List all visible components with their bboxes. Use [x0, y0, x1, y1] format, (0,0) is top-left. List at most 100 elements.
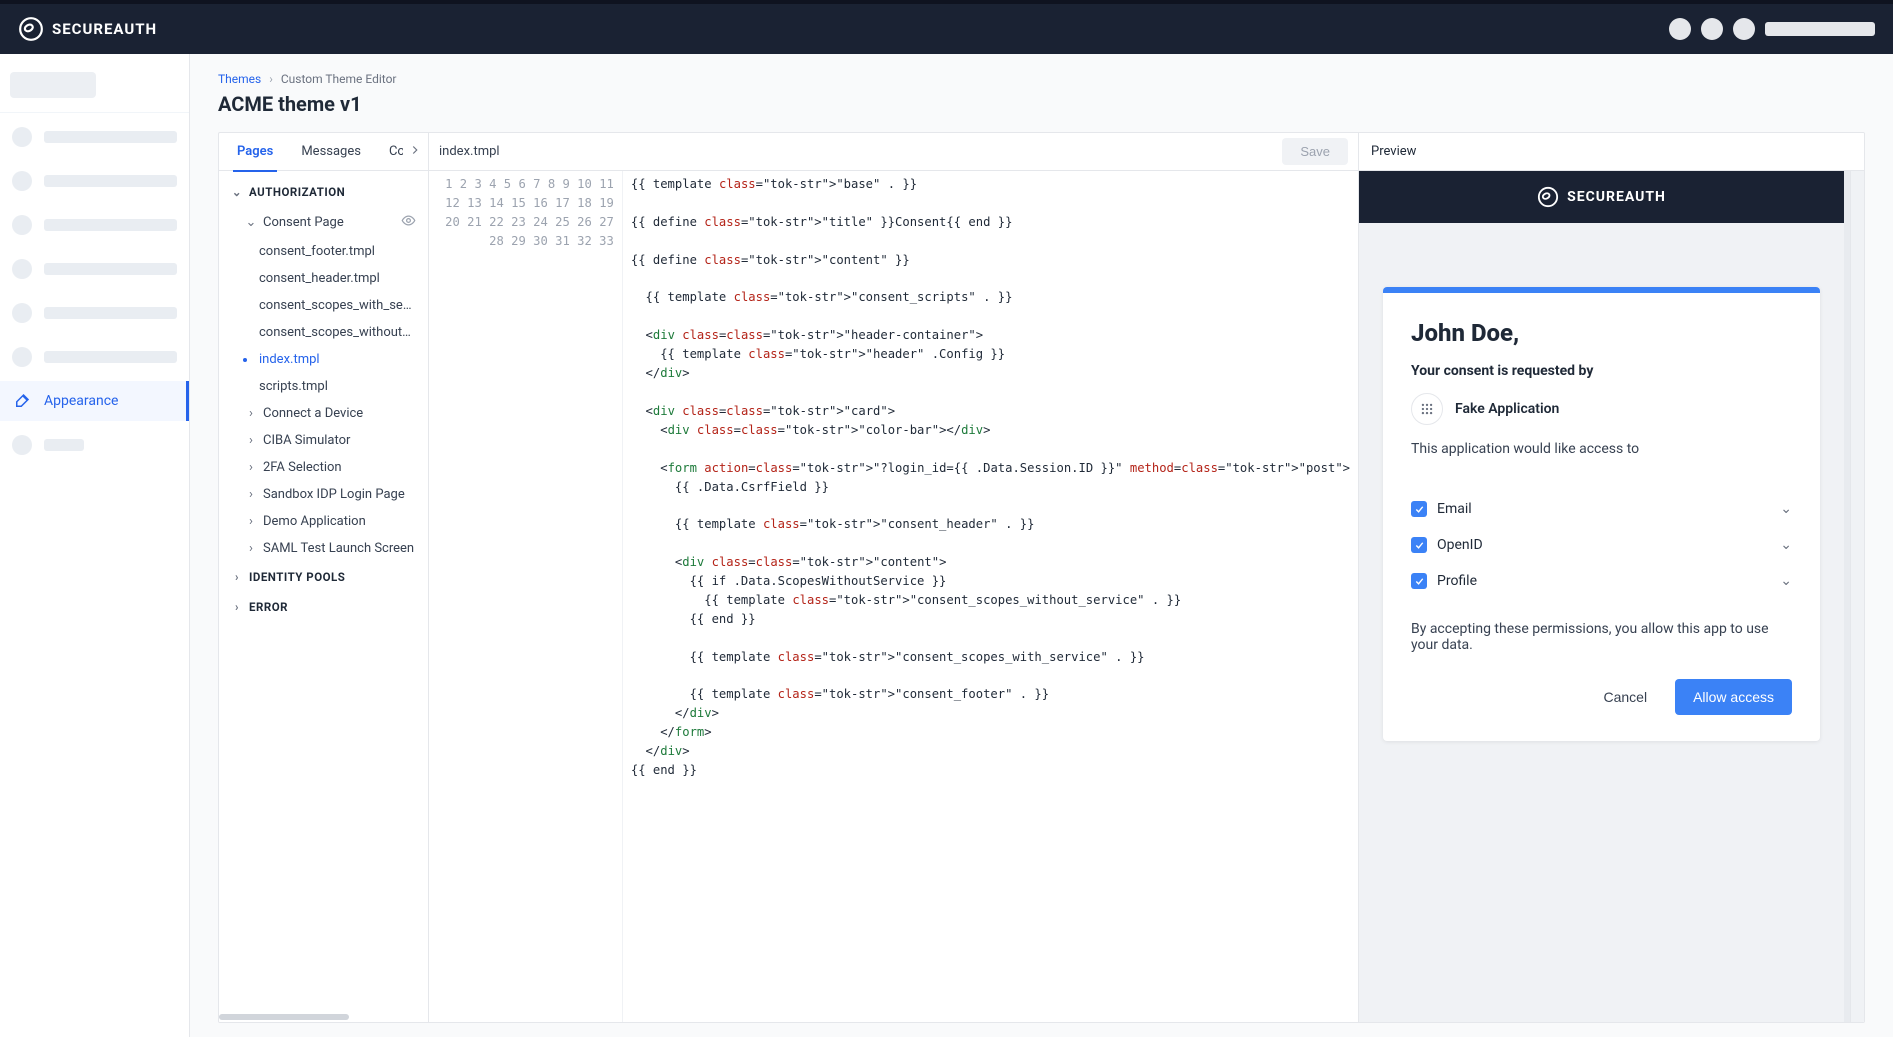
tab-pages[interactable]: Pages [223, 133, 287, 171]
chevron-right-icon: › [231, 600, 243, 614]
scope-row[interactable]: Profile ⌄ [1411, 563, 1792, 599]
sidebar-workspace-selector[interactable] [0, 64, 189, 113]
breadcrumb: Themes › Custom Theme Editor [218, 72, 1865, 86]
chevron-right-icon: › [231, 570, 243, 584]
tree-file[interactable]: consent_header.tmpl [219, 265, 428, 292]
consent-app-row: Fake Application [1411, 393, 1792, 425]
consent-user-name: John Doe, [1411, 319, 1792, 347]
app-grid-icon [1411, 393, 1443, 425]
chevron-down-icon[interactable]: ⌄ [1780, 537, 1792, 553]
tree-group[interactable]: ›Sandbox IDP Login Page [219, 481, 428, 508]
page-head: Themes › Custom Theme Editor ACME theme … [190, 54, 1893, 132]
header-placeholder-circle[interactable] [1733, 18, 1755, 40]
header-placeholder-circle[interactable] [1701, 18, 1723, 40]
tree-group-label: SAML Test Launch Screen [263, 541, 414, 556]
allow-access-button[interactable]: Allow access [1675, 679, 1792, 715]
tree-section-label: AUTHORIZATION [249, 185, 345, 199]
header-placeholder-bar[interactable] [1765, 22, 1875, 36]
preview-brand: SECUREAUTH [1537, 186, 1666, 208]
tree-group[interactable]: › CIBA Simulator [219, 427, 428, 454]
brand-mark-icon [1537, 186, 1559, 208]
sidebar-item-placeholder[interactable] [0, 337, 189, 377]
files-panel: Pages Messages Components ⌄ AUTHORIZATIO… [219, 133, 429, 1022]
tab-messages[interactable]: Messages [287, 133, 375, 171]
chevron-right-icon: › [245, 541, 257, 556]
checkbox-checked-icon[interactable] [1411, 501, 1427, 517]
checkbox-checked-icon[interactable] [1411, 537, 1427, 553]
tree-group-label: Consent Page [263, 215, 344, 230]
preview-header-label: Preview [1371, 144, 1416, 159]
sidebar-item-placeholder[interactable] [0, 117, 189, 157]
chevron-down-icon[interactable]: ⌄ [1780, 573, 1792, 589]
scope-name: OpenID [1437, 537, 1770, 553]
chevron-down-icon[interactable]: ⌄ [1780, 501, 1792, 517]
cancel-button[interactable]: Cancel [1585, 679, 1665, 715]
tree-group-label: Demo Application [263, 514, 366, 529]
checkbox-checked-icon[interactable] [1411, 573, 1427, 589]
consent-card: John Doe, Your consent is requested by F… [1383, 287, 1820, 741]
scope-name: Email [1437, 501, 1770, 517]
tab-components[interactable]: Components [375, 133, 403, 171]
preview-viewport[interactable]: SECUREAUTH John Doe, Your consent is req… [1359, 171, 1850, 1022]
sidebar-item-placeholder[interactable] [0, 293, 189, 333]
tree-file[interactable]: consent_scopes_with_service.tmpl [219, 292, 428, 319]
tree-group[interactable]: ›2FA Selection [219, 454, 428, 481]
code-body[interactable]: {{ template class="tok-str">"base" . }} … [623, 171, 1358, 1022]
eye-icon[interactable] [401, 213, 416, 232]
open-file-name: index.tmpl [439, 144, 500, 159]
chevron-right-icon: › [245, 487, 257, 502]
sidebar-item-placeholder[interactable] [0, 249, 189, 289]
tabs-scroll-right-icon[interactable] [408, 143, 422, 161]
sidebar-item-label: Appearance [44, 393, 118, 409]
code-panel: index.tmpl Save 1 2 3 4 5 6 7 8 9 10 11 … [429, 133, 1359, 1022]
tree-section-error[interactable]: › ERROR [219, 592, 428, 622]
code-editor[interactable]: 1 2 3 4 5 6 7 8 9 10 11 12 13 14 15 16 1… [429, 171, 1358, 1022]
chevron-right-icon: › [245, 433, 257, 448]
tree-file[interactable]: scripts.tmpl [219, 373, 428, 400]
tree-file[interactable]: consent_scopes_without_service.tmpl [219, 319, 428, 346]
preview-header: Preview [1359, 133, 1864, 171]
app-header: SECUREAUTH [0, 4, 1893, 54]
tree-group-label: 2FA Selection [263, 460, 342, 475]
tree-file[interactable]: consent_footer.tmpl [219, 238, 428, 265]
consent-access-description: This application would like access to [1411, 441, 1792, 457]
tree-section-label: ERROR [249, 600, 288, 614]
editor-shell: Pages Messages Components ⌄ AUTHORIZATIO… [218, 132, 1865, 1023]
chevron-down-icon: ⌄ [231, 185, 243, 199]
save-button[interactable]: Save [1282, 138, 1348, 165]
tree-section-identity-pools[interactable]: ›IDENTITY POOLS [219, 562, 428, 592]
chevron-right-icon: › [269, 72, 273, 86]
consent-app-name: Fake Application [1455, 401, 1559, 417]
file-panel-tabs: Pages Messages Components [219, 133, 428, 171]
brand-logo[interactable]: SECUREAUTH [18, 16, 157, 42]
consent-requested-by-label: Your consent is requested by [1411, 363, 1792, 379]
preview-vertical-scrollbar[interactable] [1850, 171, 1864, 1022]
consent-actions: Cancel Allow access [1411, 679, 1792, 715]
sidebar-item-placeholder[interactable] [0, 205, 189, 245]
breadcrumb-root[interactable]: Themes [218, 72, 261, 86]
sidebar-item-appearance[interactable]: Appearance [0, 381, 189, 421]
scope-name: Profile [1437, 573, 1770, 589]
tree-group[interactable]: › SAML Test Launch Screen [219, 535, 428, 562]
file-tree: ⌄ AUTHORIZATION ⌄ Consent Page consent_f… [219, 171, 428, 1012]
sidebar-item-placeholder[interactable] [0, 161, 189, 201]
consent-accept-text: By accepting these permissions, you allo… [1411, 621, 1792, 653]
header-right [1669, 18, 1875, 40]
preview-panel: Preview SECUREAUTH [1359, 133, 1864, 1022]
tree-group[interactable]: › Demo Application [219, 508, 428, 535]
scope-row[interactable]: OpenID ⌄ [1411, 527, 1792, 563]
tree-group-label: Connect a Device [263, 406, 363, 421]
main-area: Themes › Custom Theme Editor ACME theme … [190, 54, 1893, 1037]
breadcrumb-current: Custom Theme Editor [281, 72, 397, 86]
tree-group[interactable]: ›Connect a Device [219, 400, 428, 427]
scope-row[interactable]: Email ⌄ [1411, 491, 1792, 527]
primary-sidebar: Appearance [0, 54, 190, 1037]
tree-group-label: CIBA Simulator [263, 433, 350, 448]
tree-horizontal-scrollbar[interactable] [219, 1012, 428, 1022]
tree-section-authorization[interactable]: ⌄ AUTHORIZATION [219, 177, 428, 207]
header-placeholder-circle[interactable] [1669, 18, 1691, 40]
sidebar-item-placeholder[interactable] [0, 425, 189, 465]
tree-group-consent-page[interactable]: ⌄ Consent Page [219, 207, 428, 238]
tree-file-active[interactable]: index.tmpl [219, 346, 428, 373]
chevron-right-icon: › [245, 514, 257, 529]
